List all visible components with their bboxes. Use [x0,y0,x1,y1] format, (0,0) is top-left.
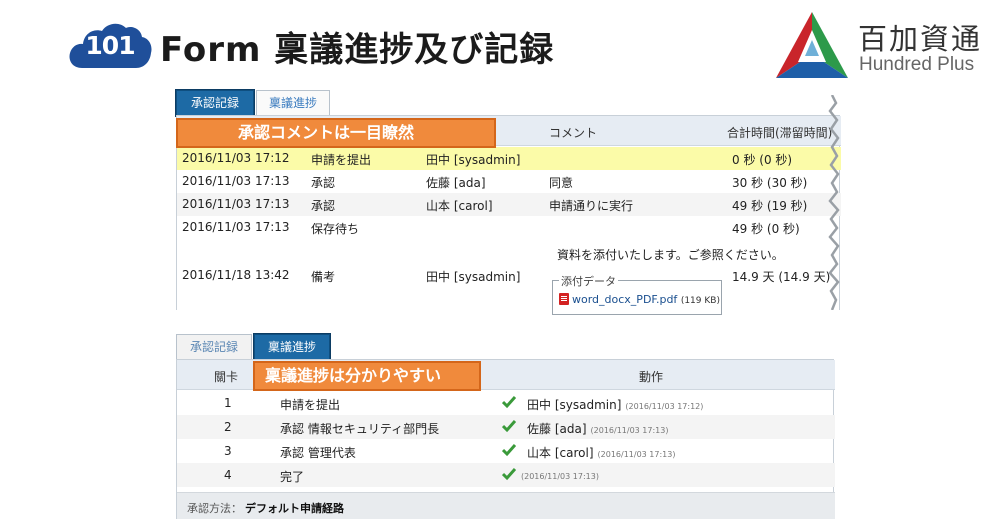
table-row: 2016/11/18 13:42 備考 田中 [sysadmin] 資料を添付い… [177,240,841,310]
tab-progress[interactable]: 稟議進捗 [254,334,330,360]
cloud-badge: 101 [68,20,152,70]
checkmark-icon [502,420,516,433]
row-action: 承認 [311,199,336,213]
attachment-box: 添付データ word_docx_PDF.pdf (119 KB) [552,273,722,315]
badge-number: 101 [85,31,135,60]
tab-approval-record[interactable]: 承認記録 [176,90,254,116]
table-row: 4 完了 (2016/11/03 17:13) [177,463,835,487]
callout-progress-clarity: 稟議進捗は分かりやすい [253,361,481,391]
tab-approval-record[interactable]: 承認記録 [176,334,252,360]
row-date: 2016/11/03 17:12 [182,151,290,165]
table-row: 2 承認 情報セキュリティ部門長 佐藤 [ada] (2016/11/03 17:… [177,415,835,439]
row-action: 保存待ち [311,222,360,236]
row-user: 佐藤 [ada] [426,176,486,190]
callout-comment-visibility: 承認コメントは一目瞭然 [176,118,496,148]
approval-method-value: デフォルト申請経路 [245,502,344,515]
column-header-step: 關卡 [214,370,239,384]
checkmark-icon [502,396,516,409]
row-step: 3 [224,444,232,458]
row-time: 49 秒 (0 秒) [732,222,800,236]
attachment-file-size: (119 KB) [680,296,720,306]
triangle-logo-icon [776,12,848,78]
row-user: (2016/11/03 17:13) [521,472,599,481]
pdf-icon [559,293,569,305]
row-step: 1 [224,396,232,410]
brand-name-en: Hundred Plus [859,54,975,75]
row-date: 2016/11/03 17:13 [182,220,290,234]
row-step: 4 [224,468,232,482]
row-user: 佐藤 [ada] (2016/11/03 17:13) [527,422,669,436]
approval-method-label: 承認方法： [187,502,242,515]
column-header-comment: コメント [549,126,598,140]
approval-method-footer: 承認方法： デフォルト申請経路 [177,492,835,519]
row-action: 備考 [311,270,336,284]
table-row: 2016/11/03 17:13 保存待ち 49 秒 (0 秒) [177,216,841,239]
row-time: 30 秒 (30 秒) [732,176,808,190]
row-date: 2016/11/03 17:13 [182,197,290,211]
row-step-name: 完了 [280,470,305,484]
attachment-file-link[interactable]: word_docx_PDF.pdf (119 KB) [559,293,720,306]
row-time: 0 秒 (0 秒) [732,153,793,167]
table-row: 2016/11/03 17:12 申請を提出 田中 [sysadmin] 0 秒… [177,147,841,170]
panel2-tabs: 承認記録 稟議進捗 [176,334,376,360]
row-date: 2016/11/03 17:13 [182,174,290,188]
row-user: 田中 [sysadmin] (2016/11/03 17:12) [527,398,704,412]
torn-edge-decoration [828,95,840,310]
column-header-time: 合計時間(滞留時間) [727,126,833,140]
row-user: 山本 [carol] [426,199,493,213]
panel1-tabs: 承認記録 稟議進捗 [176,90,376,116]
row-step: 2 [224,420,232,434]
row-action: 承認 [311,176,336,190]
row-user: 田中 [sysadmin] [426,153,521,167]
row-time: 14.9 天 (14.9 天) [732,270,831,284]
row-step-name: 承認 情報セキュリティ部門長 [280,422,440,436]
table-row: 1 申請を提出 田中 [sysadmin] (2016/11/03 17:12) [177,391,835,415]
tab-progress[interactable]: 稟議進捗 [256,90,330,116]
checkmark-icon [502,468,516,481]
row-action: 申請を提出 [311,153,372,167]
brand-logo: 百加資通 Hundred Plus [772,10,992,86]
column-header-action: 動作 [639,370,664,384]
brand-name-cn: 百加資通 [858,22,983,56]
row-comment: 資料を添付いたします。ご参照ください。 [557,248,784,262]
checkmark-icon [502,444,516,457]
row-user: 山本 [carol] (2016/11/03 17:13) [527,446,676,460]
table-row: 3 承認 管理代表 山本 [carol] (2016/11/03 17:13) [177,439,835,463]
row-time: 49 秒 (19 秒) [732,199,808,213]
row-date: 2016/11/18 13:42 [182,268,290,282]
row-user: 田中 [sysadmin] [426,270,521,284]
page-title: Form 稟議進捗及び記録 [160,30,555,70]
attachment-legend: 添付データ [559,273,618,289]
row-comment: 同意 [549,176,574,190]
row-step-name: 申請を提出 [280,398,341,412]
table-row: 2016/11/03 17:13 承認 佐藤 [ada] 同意 30 秒 (30… [177,170,841,193]
row-step-name: 承認 管理代表 [280,446,356,460]
row-comment: 申請通りに実行 [549,199,634,213]
table-row: 2016/11/03 17:13 承認 山本 [carol] 申請通りに実行 4… [177,193,841,216]
attachment-file-name[interactable]: word_docx_PDF.pdf [572,293,677,306]
